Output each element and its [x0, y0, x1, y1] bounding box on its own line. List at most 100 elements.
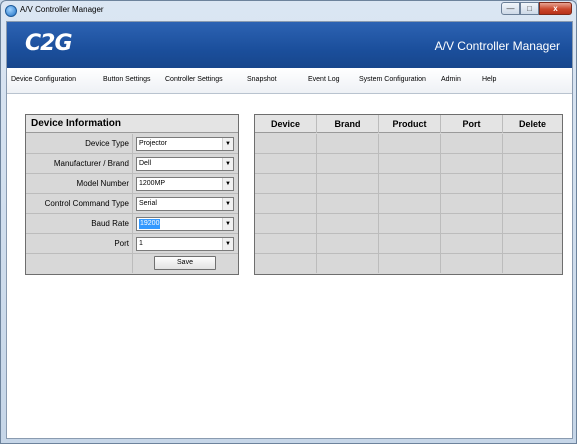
chevron-down-icon[interactable]: ▼: [222, 138, 233, 150]
chevron-down-icon[interactable]: ▼: [222, 218, 233, 230]
field-row-baud-rate: Baud Rate 19200 ▼: [26, 214, 238, 234]
chevron-down-icon[interactable]: ▼: [222, 198, 233, 210]
select-value: 1: [139, 240, 143, 247]
field-row-port: Port 1 ▼: [26, 234, 238, 254]
table-cell: [255, 254, 317, 273]
table-cell: [441, 194, 503, 213]
menu-bar: Device Configuration Button Settings Con…: [7, 68, 572, 94]
select-value: Projector: [139, 140, 168, 147]
menu-device-configuration[interactable]: Device Configuration: [11, 76, 76, 83]
menu-button-settings[interactable]: Button Settings: [103, 76, 150, 83]
chevron-down-icon[interactable]: ▼: [222, 158, 233, 170]
column-header-port: Port: [441, 115, 503, 133]
manufacturer-select[interactable]: Dell ▼: [136, 157, 234, 171]
table-cell: [503, 134, 562, 153]
table-cell: [317, 254, 379, 273]
control-command-type-select[interactable]: Serial ▼: [136, 197, 234, 211]
table-cell: [379, 154, 441, 173]
column-header-product: Product: [379, 115, 441, 133]
table-header: Device Brand Product Port Delete: [255, 115, 562, 133]
table-cell: [255, 154, 317, 173]
field-label: Baud Rate: [26, 214, 133, 233]
brand-logo: C2G: [25, 31, 73, 56]
close-button[interactable]: x: [539, 2, 572, 15]
table-row: [255, 234, 562, 254]
table-cell: [379, 134, 441, 153]
table-cell: [503, 154, 562, 173]
table-cell: [503, 234, 562, 253]
field-row-control-command-type: Control Command Type Serial ▼: [26, 194, 238, 214]
window-title: A/V Controller Manager: [20, 5, 104, 14]
table-cell: [317, 214, 379, 233]
field-row-actions: Save: [26, 254, 238, 274]
device-information-panel: Device Information Device Type Projector…: [25, 114, 239, 275]
field-label: Model Number: [26, 174, 133, 193]
select-value: 1200MP: [139, 180, 166, 187]
baud-rate-select[interactable]: 19200 ▼: [136, 217, 234, 231]
select-value: Serial: [139, 200, 157, 207]
table-cell: [379, 234, 441, 253]
maximize-button[interactable]: □: [520, 2, 539, 15]
table-cell: [379, 174, 441, 193]
app-icon: [5, 5, 17, 17]
menu-help[interactable]: Help: [482, 76, 496, 83]
menu-system-configuration[interactable]: System Configuration: [359, 76, 426, 83]
device-type-select[interactable]: Projector ▼: [136, 137, 234, 151]
table-cell: [441, 154, 503, 173]
table-row: [255, 134, 562, 154]
field-row-manufacturer: Manufacturer / Brand Dell ▼: [26, 154, 238, 174]
table-cell: [317, 134, 379, 153]
empty-label-cell: [26, 254, 133, 273]
table-cell: [317, 194, 379, 213]
menu-controller-settings[interactable]: Controller Settings: [165, 76, 223, 83]
device-table: Device Brand Product Port Delete: [254, 114, 563, 275]
table-row: [255, 174, 562, 194]
table-cell: [379, 254, 441, 273]
table-cell: [441, 254, 503, 273]
column-header-device: Device: [255, 115, 317, 133]
table-row: [255, 154, 562, 174]
field-label: Port: [26, 234, 133, 253]
banner-title: A/V Controller Manager: [434, 39, 560, 53]
header-banner: C2G A/V Controller Manager: [7, 22, 572, 68]
model-number-select[interactable]: 1200MP ▼: [136, 177, 234, 191]
table-cell: [441, 234, 503, 253]
table-cell: [379, 194, 441, 213]
app-window: A/V Controller Manager — □ x C2G A/V Con…: [0, 0, 577, 444]
field-label: Manufacturer / Brand: [26, 154, 133, 173]
field-row-model-number: Model Number 1200MP ▼: [26, 174, 238, 194]
table-row: [255, 254, 562, 274]
table-cell: [255, 134, 317, 153]
table-cell: [441, 174, 503, 193]
table-cell: [441, 134, 503, 153]
title-bar: A/V Controller Manager — □ x: [1, 1, 576, 21]
menu-event-log[interactable]: Event Log: [308, 76, 340, 83]
table-cell: [317, 174, 379, 193]
table-cell: [503, 254, 562, 273]
save-button[interactable]: Save: [154, 256, 216, 270]
field-row-device-type: Device Type Projector ▼: [26, 134, 238, 154]
table-cell: [317, 234, 379, 253]
table-cell: [503, 214, 562, 233]
table-cell: [503, 174, 562, 193]
port-select[interactable]: 1 ▼: [136, 237, 234, 251]
window-controls: — □ x: [501, 2, 572, 15]
panel-heading: Device Information: [26, 115, 238, 133]
table-cell: [503, 194, 562, 213]
menu-admin[interactable]: Admin: [441, 76, 461, 83]
table-cell: [255, 214, 317, 233]
table-cell: [255, 194, 317, 213]
table-cell: [317, 154, 379, 173]
table-row: [255, 214, 562, 234]
minimize-button[interactable]: —: [501, 2, 520, 15]
menu-snapshot[interactable]: Snapshot: [247, 76, 277, 83]
client-area: C2G A/V Controller Manager Device Config…: [6, 21, 573, 439]
chevron-down-icon[interactable]: ▼: [222, 238, 233, 250]
table-cell: [441, 214, 503, 233]
table-cell: [255, 174, 317, 193]
chevron-down-icon[interactable]: ▼: [222, 178, 233, 190]
table-row: [255, 194, 562, 214]
field-label: Device Type: [26, 134, 133, 153]
column-header-delete: Delete: [518, 119, 546, 129]
select-value: 19200: [139, 219, 161, 229]
